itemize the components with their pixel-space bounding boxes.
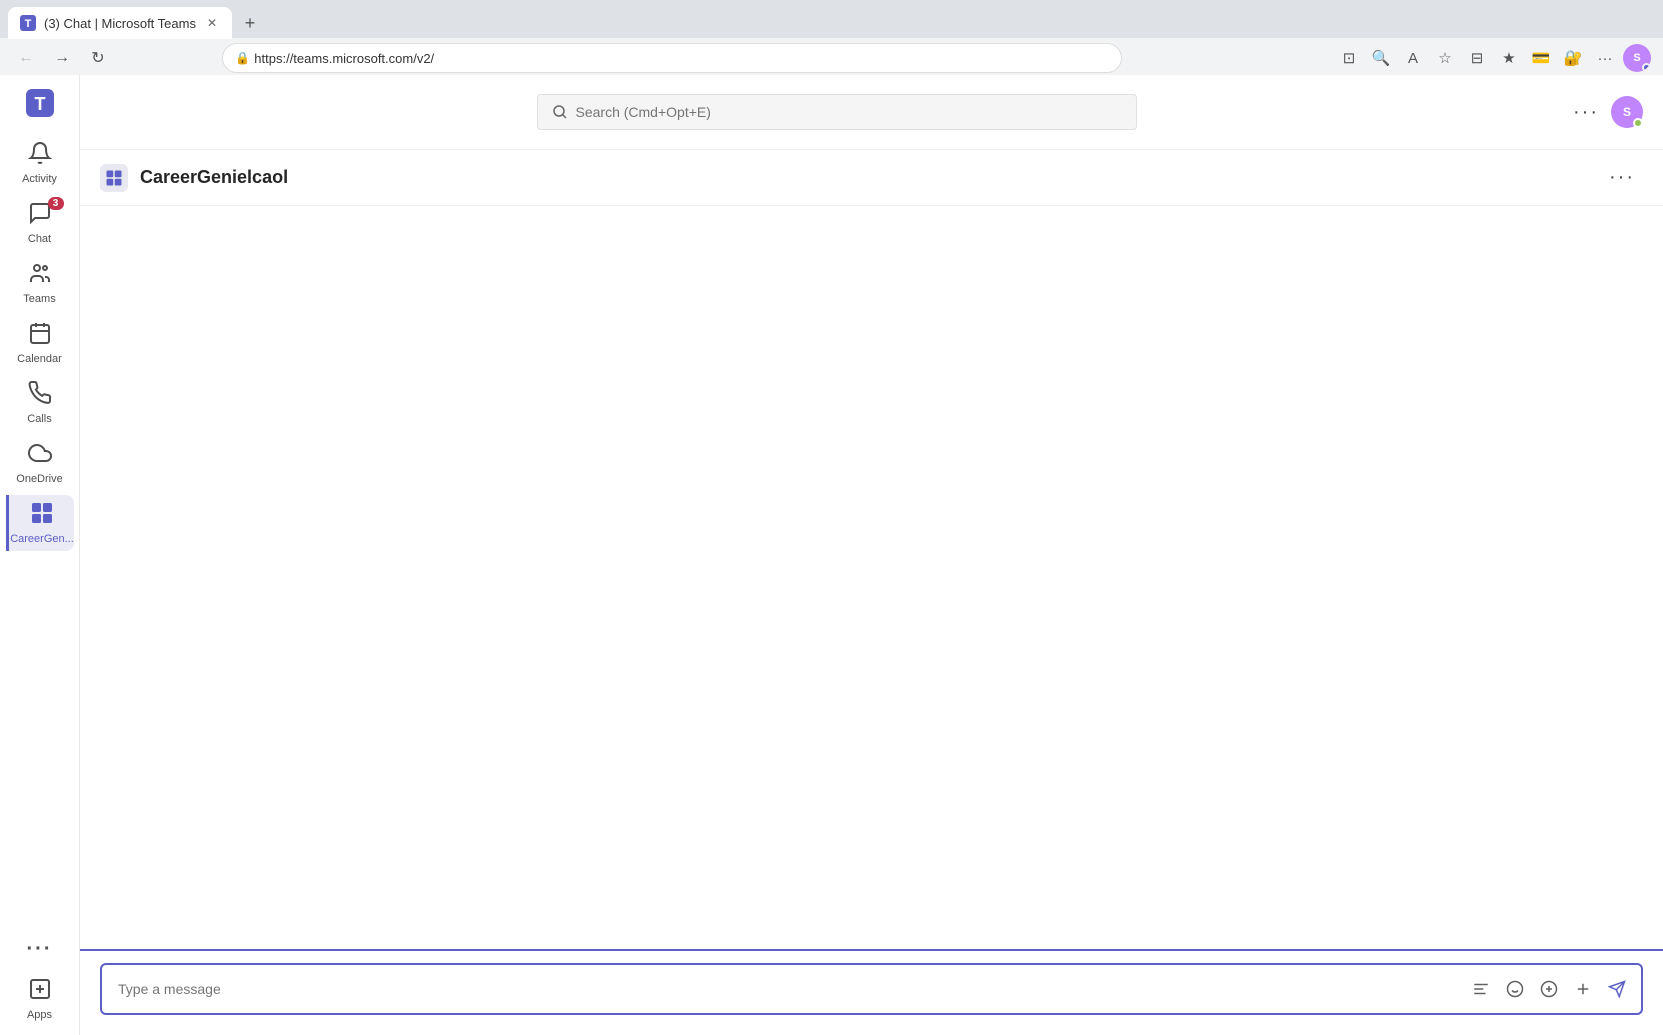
- header-right: ··· S: [1573, 96, 1643, 128]
- sidebar-item-calls[interactable]: Calls: [6, 375, 74, 431]
- avatar-initials: S: [1623, 105, 1631, 119]
- sidebar-teams-logo[interactable]: T: [6, 83, 74, 127]
- activity-icon: [28, 141, 52, 169]
- browser-profile-icon[interactable]: 🔐: [1559, 44, 1587, 72]
- channel-icon: [100, 164, 128, 192]
- teams-logo-icon: T: [26, 89, 54, 121]
- teams-label: Teams: [23, 293, 55, 305]
- refresh-button[interactable]: ↻: [84, 44, 112, 72]
- calendar-icon: [28, 321, 52, 349]
- format-button[interactable]: [1465, 973, 1497, 1005]
- browser-tabs: T (3) Chat | Microsoft Teams ✕ +: [0, 0, 1663, 38]
- calls-icon: [28, 381, 52, 409]
- lock-icon: 🔒: [235, 51, 250, 65]
- onedrive-label: OneDrive: [16, 473, 62, 485]
- header-more-button[interactable]: ···: [1573, 101, 1599, 124]
- message-input-actions: [1465, 973, 1641, 1005]
- onedrive-icon: [28, 441, 52, 469]
- chat-label: Chat: [28, 233, 51, 245]
- reader-icon[interactable]: A: [1399, 44, 1427, 72]
- messages-area: [80, 206, 1663, 949]
- search-icon: [552, 104, 568, 120]
- search-bar[interactable]: [537, 94, 1137, 130]
- apps-label: Apps: [27, 1009, 52, 1021]
- forward-button[interactable]: →: [48, 44, 76, 72]
- online-status-dot: [1633, 118, 1643, 128]
- sidebar-item-onedrive[interactable]: OneDrive: [6, 435, 74, 491]
- back-button[interactable]: ←: [12, 44, 40, 72]
- send-button[interactable]: [1601, 973, 1633, 1005]
- activity-label: Activity: [22, 173, 57, 185]
- sidebar-item-calendar[interactable]: Calendar: [6, 315, 74, 371]
- svg-text:T: T: [25, 18, 32, 30]
- attach-button[interactable]: [1567, 973, 1599, 1005]
- channel-more-button[interactable]: ···: [1601, 162, 1643, 193]
- calendar-label: Calendar: [17, 353, 62, 365]
- message-input[interactable]: [102, 967, 1465, 1011]
- favorites-icon[interactable]: ★: [1495, 44, 1523, 72]
- browser-profile-button[interactable]: S: [1623, 44, 1651, 72]
- search-container: [100, 94, 1573, 130]
- more-menu-button[interactable]: ···: [1591, 44, 1619, 72]
- main-content: ··· S CareerGenielcaol ···: [80, 75, 1663, 1035]
- address-text: https://teams.microsoft.com/v2/: [254, 51, 434, 66]
- sidebar-item-more[interactable]: ···: [6, 932, 74, 967]
- wallet-icon[interactable]: 💳: [1527, 44, 1555, 72]
- address-bar[interactable]: 🔒 https://teams.microsoft.com/v2/: [222, 43, 1122, 73]
- teams-icon: [28, 261, 52, 289]
- emoji-button[interactable]: [1499, 973, 1531, 1005]
- channel-title: CareerGenielcaol: [140, 167, 288, 188]
- teams-header: ··· S: [80, 75, 1663, 150]
- tab-close-button[interactable]: ✕: [204, 15, 220, 31]
- sidebar: T Activity 3 Chat Teams: [0, 75, 80, 1035]
- active-tab[interactable]: T (3) Chat | Microsoft Teams ✕: [8, 7, 232, 39]
- calls-label: Calls: [27, 413, 51, 425]
- browser-toolbar: ← → ↻ 🔒 https://teams.microsoft.com/v2/ …: [0, 38, 1663, 78]
- gif-button[interactable]: [1533, 973, 1565, 1005]
- apps-add-icon: [28, 977, 52, 1005]
- sidebar-item-teams[interactable]: Teams: [6, 255, 74, 311]
- sidebar-item-careergenie[interactable]: CareerGen...: [6, 495, 74, 551]
- user-avatar[interactable]: S: [1611, 96, 1643, 128]
- sidebar-item-activity[interactable]: Activity: [6, 135, 74, 191]
- channel-header-actions: ···: [1601, 162, 1643, 193]
- tab-title: (3) Chat | Microsoft Teams: [44, 16, 196, 31]
- message-input-area: [80, 949, 1663, 1035]
- svg-text:T: T: [34, 94, 45, 114]
- new-tab-button[interactable]: +: [236, 9, 264, 37]
- careergenie-label: CareerGen...: [10, 533, 74, 545]
- sidebar-item-chat[interactable]: 3 Chat: [6, 195, 74, 251]
- chat-badge: 3: [48, 197, 64, 210]
- tab-groups-icon[interactable]: ⊟: [1463, 44, 1491, 72]
- toolbar-right: ⊡ 🔍 A ☆ ⊟ ★ 💳 🔐 ··· S: [1335, 44, 1651, 72]
- split-view-icon[interactable]: ⊡: [1335, 44, 1363, 72]
- star-icon[interactable]: ☆: [1431, 44, 1459, 72]
- tab-favicon: T: [20, 15, 36, 31]
- message-input-box: [100, 963, 1643, 1015]
- sidebar-item-apps[interactable]: Apps: [6, 971, 74, 1027]
- browser-chrome: T (3) Chat | Microsoft Teams ✕ + ← → ↻ 🔒…: [0, 0, 1663, 75]
- channel-header: CareerGenielcaol ···: [80, 150, 1663, 206]
- zoom-icon[interactable]: 🔍: [1367, 44, 1395, 72]
- more-label: ···: [27, 938, 53, 961]
- careergenie-icon: [30, 501, 54, 529]
- teams-app: T Activity 3 Chat Teams: [0, 75, 1663, 1035]
- search-input[interactable]: [576, 104, 1122, 120]
